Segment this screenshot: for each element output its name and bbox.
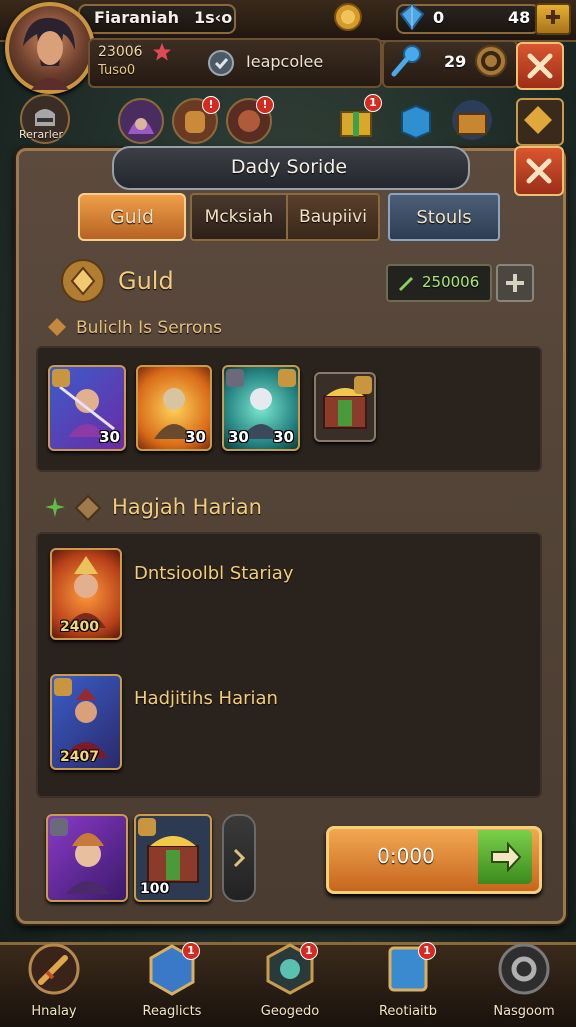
section2-title: Hagjah Harian [112,495,262,519]
pencil-icon [396,272,416,292]
tab-stouls[interactable]: Stouls [388,193,500,241]
gem-icon [398,3,426,31]
hero-card-2[interactable]: 30 [136,365,212,451]
settings-gear-icon[interactable] [474,44,508,78]
blue-chest-icon[interactable] [396,100,436,140]
gift-notification-badge: 1 [364,94,382,112]
nav-hnalay[interactable]: Hnalay [4,942,104,1019]
diamond-small-icon [46,316,68,338]
hero-card-2-value: 30 [185,428,206,446]
nav-reaglicts-label: Reaglicts [142,1004,202,1019]
hero-card-1-value: 30 [99,428,120,446]
player-level: 1s‹o [194,8,233,27]
gold-medal-icon[interactable] [333,2,363,32]
warrior-notification-badge: ! [256,96,274,114]
nav-geogedo-badge: 1 [300,942,318,960]
sparkle-icon [44,496,66,518]
bottom-chest-value: 100 [140,881,170,897]
nav-nasgoom-label: Nasgoom [493,1004,555,1019]
tab-baupiivi[interactable]: Baupiivi [286,193,380,241]
nav-geogedo-label: Geogedo [260,1004,320,1019]
bottom-chest-card[interactable]: 100 [134,814,212,902]
reward-card-2-value: 2407 [60,749,99,765]
player-name: Fiaraniah [94,8,179,27]
treasure-chest-icon[interactable] [450,98,494,142]
reward-card-1[interactable]: 2400 [50,548,122,640]
arrow-right-icon [478,830,532,884]
emblem-small-icon [74,494,102,522]
reward-2-title: Hadjitihs Harian [134,688,278,709]
guild-button-label[interactable]: Ieapcolee [246,52,323,71]
nav-reotiaitb-label: Reotiaitb [378,1004,438,1019]
gift-box-icon[interactable]: 1 [336,94,382,140]
hero-card-3-value-right: 30 [273,428,294,446]
hero-portrait-label: Rerarler [19,128,64,141]
bottom-hero-card[interactable] [46,814,128,902]
tab-guild[interactable]: Guld [78,193,186,241]
currency-value: 250006 [422,273,480,291]
close-top-button[interactable] [516,42,564,90]
star-icon [152,42,172,62]
mage-hero-icon[interactable] [118,98,164,144]
coins-count: 48 [508,8,531,27]
nav-hnalay-label: Hnalay [31,1004,77,1019]
panel-title: Dady Soride [230,156,348,178]
guild-shield-icon [206,48,236,78]
nav-reotiaitb-badge: 1 [418,942,436,960]
scroll-next-button[interactable] [222,814,256,902]
reward-1-title: Dntsioolbl Stariay [134,563,294,584]
nav-reaglicts[interactable]: 1 Reaglicts [122,942,222,1019]
energy-count: 29 [444,52,467,71]
tab-stouls-label: Stouls [416,206,472,228]
nav-nasgoom[interactable]: Nasgoom [474,942,574,1019]
add-currency-button[interactable] [535,3,571,35]
knight-notification-badge: ! [202,96,220,114]
tab-mcksiah[interactable]: Mcksiah [190,193,288,241]
profile-stat-1: 23006 [98,44,143,60]
tab-mcksiah-label: Mcksiah [204,207,274,227]
warrior-hero-icon[interactable]: ! [226,96,274,144]
knight-hero-icon[interactable]: ! [172,96,220,144]
key-icon [388,42,424,80]
treasure-chest-card[interactable] [314,372,376,442]
profile-stat-2: Tuso0 [98,63,136,78]
close-panel-button[interactable] [514,146,564,196]
add-currency-small-button[interactable] [496,264,534,302]
tab-guild-label: Guld [109,206,155,228]
tab-baupiivi-label: Baupiivi [299,207,367,227]
gems-count: 0 [433,8,445,27]
reward-card-2[interactable]: 2407 [50,674,122,770]
claim-timer-text: 0:000 [377,844,435,868]
hero-card-3[interactable]: 30 30 [222,365,300,451]
hero-card-1[interactable]: 30 [48,365,126,451]
guild-emblem-icon [60,258,106,304]
nav-reotiaitb[interactable]: 1 Reotiaitb [358,942,458,1019]
settings-cog-icon [498,943,550,995]
sword-icon [28,943,80,995]
reward-card-1-value: 2400 [60,619,99,635]
section1-label: Buliclh Is Serrons [76,318,222,338]
hero-card-3-value-left: 30 [228,428,249,446]
nav-reaglicts-badge: 1 [182,942,200,960]
nav-geogedo[interactable]: 1 Geogedo [240,942,340,1019]
quest-diamond-icon[interactable] [516,98,564,146]
guild-title: Guld [118,267,174,295]
avatar[interactable] [5,2,95,94]
